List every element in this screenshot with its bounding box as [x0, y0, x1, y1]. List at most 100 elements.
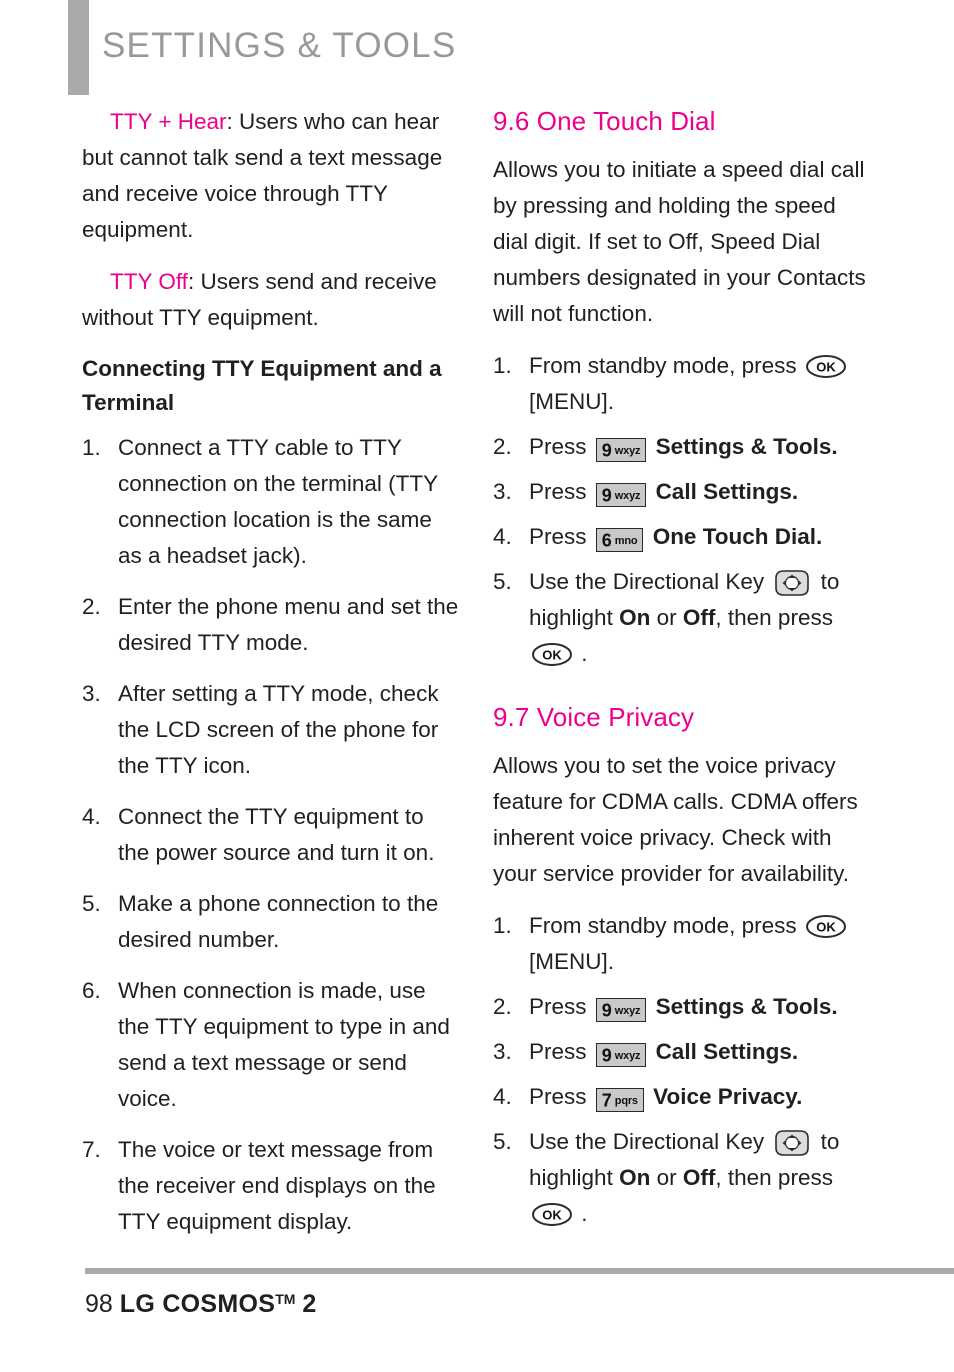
tty-hear-label: TTY + Hear — [110, 109, 227, 134]
step-text: Connect a TTY cable to TTY connection on… — [118, 435, 438, 568]
option-off: Off — [682, 1165, 716, 1190]
list-item: 3. Press 9 wxyz Call Settings. — [493, 1034, 871, 1070]
ok-key-icon: OK — [805, 914, 847, 939]
one-touch-dial-steps: 1. From standby mode, press OK [MENU]. 2.… — [493, 348, 871, 672]
step-menu-label: Voice Privacy. — [653, 1084, 803, 1109]
step-number: 1. — [82, 435, 101, 460]
key-digit: 9 — [601, 1045, 612, 1066]
conjunction-or: or — [656, 605, 677, 630]
list-item: 1. From standby mode, press OK [MENU]. — [493, 348, 871, 420]
key-digit: 9 — [601, 440, 612, 461]
key-letters: wxyz — [614, 1049, 641, 1062]
key-letters: wxyz — [614, 1004, 641, 1017]
key-digit: 7 — [601, 1090, 612, 1111]
tty-hear-paragraph: TTY + Hear: Users who can hear but canno… — [82, 104, 460, 248]
trademark-symbol: TM — [275, 1291, 296, 1307]
ok-key-icon: OK — [531, 642, 573, 667]
page-content: TTY + Hear: Users who can hear but canno… — [0, 104, 954, 1264]
page-header: SETTINGS & TOOLS — [0, 0, 954, 100]
directional-key-icon — [773, 569, 811, 597]
footer-divider — [85, 1268, 954, 1274]
step-text: When connection is made, use the TTY equ… — [118, 978, 450, 1111]
step-text-end: . — [581, 641, 588, 666]
step-number: 2. — [493, 994, 512, 1019]
key-digit: 9 — [601, 485, 612, 506]
step-text: Use the Directional Key — [529, 1129, 765, 1154]
ok-key-icon: OK — [805, 354, 847, 379]
step-text-post: , then press — [715, 605, 833, 630]
directional-key-icon — [773, 1129, 811, 1157]
key-digit: 6 — [601, 530, 612, 551]
list-item: 3. After setting a TTY mode, check the LC… — [82, 676, 460, 784]
step-number: 5. — [493, 1129, 512, 1154]
step-menu-label: Call Settings. — [655, 479, 799, 504]
key-digit: 9 — [601, 1000, 612, 1021]
conjunction-or: or — [656, 1165, 677, 1190]
key-letters: pqrs — [614, 1094, 638, 1107]
step-number: 2. — [493, 434, 512, 459]
step-text: Enter the phone menu and set the desired… — [118, 594, 459, 655]
option-on: On — [619, 1165, 651, 1190]
list-item: 4. Press 6 mno One Touch Dial. — [493, 519, 871, 555]
step-menu-label: Settings & Tools. — [655, 434, 838, 459]
svg-text:OK: OK — [816, 920, 836, 935]
brand-name: LG COSMOS — [119, 1290, 276, 1318]
one-touch-dial-intro: Allows you to initiate a speed dial call… — [493, 157, 866, 326]
list-item: 5. Use the Directional Key to highlight O… — [493, 1124, 871, 1232]
list-item: 3. Press 9 wxyz Call Settings. — [493, 474, 871, 510]
voice-privacy-steps: 1. From standby mode, press OK [MENU]. 2.… — [493, 908, 871, 1232]
page-number: 98 — [85, 1290, 113, 1318]
step-menu-label: One Touch Dial. — [652, 524, 823, 549]
digit-key-icon-9: 9 wxyz — [595, 438, 647, 462]
step-number: 7. — [82, 1137, 101, 1162]
digit-key-icon-9: 9 wxyz — [595, 998, 647, 1022]
step-text: From standby mode, press — [529, 913, 797, 938]
page-title: SETTINGS & TOOLS — [102, 26, 457, 65]
model-number: 2 — [302, 1290, 317, 1318]
step-text: From standby mode, press — [529, 353, 797, 378]
step-number: 4. — [82, 804, 101, 829]
list-item: 2. Enter the phone menu and set the desir… — [82, 589, 460, 661]
option-on: On — [619, 605, 651, 630]
option-off: Off — [682, 605, 716, 630]
list-item: 5. Use the Directional Key to highlight O… — [493, 564, 871, 672]
step-number: 3. — [82, 681, 101, 706]
step-number: 3. — [493, 1039, 512, 1064]
tty-off-paragraph: TTY Off: Users send and receive without … — [82, 264, 460, 336]
section-heading-one-touch-dial: 9.6 One Touch Dial — [493, 106, 716, 136]
step-number: 2. — [82, 594, 101, 619]
footer-content: 98 LG COSMOSTM 2 — [85, 1290, 317, 1319]
digit-key-icon-9: 9 wxyz — [595, 1043, 647, 1067]
list-item: 2. Press 9 wxyz Settings & Tools. — [493, 429, 871, 465]
tty-off-label: TTY Off — [110, 269, 188, 294]
step-text-post: , then press — [715, 1165, 833, 1190]
step-number: 1. — [493, 353, 512, 378]
step-text: Press — [529, 1084, 587, 1109]
digit-key-icon-6: 6 mno — [595, 528, 644, 552]
svg-text:OK: OK — [816, 360, 836, 375]
list-item: 7. The voice or text message from the rec… — [82, 1132, 460, 1240]
step-text: The voice or text message from the recei… — [118, 1137, 436, 1234]
step-text: Press — [529, 479, 587, 504]
list-item: 4. Press 7 pqrs Voice Privacy. — [493, 1079, 871, 1115]
section-heading-voice-privacy: 9.7 Voice Privacy — [493, 702, 695, 732]
page-footer: 98 LG COSMOSTM 2 — [0, 1264, 954, 1372]
step-menu-label: Settings & Tools. — [655, 994, 838, 1019]
step-text-cont: [MENU]. — [529, 949, 615, 974]
list-item: 5. Make a phone connection to the desired… — [82, 886, 460, 958]
step-number: 3. — [493, 479, 512, 504]
step-text-end: . — [581, 1201, 588, 1226]
svg-text:OK: OK — [542, 648, 562, 663]
list-item: 1. From standby mode, press OK [MENU]. — [493, 908, 871, 980]
svg-text:OK: OK — [542, 1208, 562, 1223]
list-item: 2. Press 9 wxyz Settings & Tools. — [493, 989, 871, 1025]
key-letters: wxyz — [614, 444, 641, 457]
connecting-tty-heading: Connecting TTY Equipment and a Terminal — [82, 356, 442, 415]
step-menu-label: Call Settings. — [655, 1039, 799, 1064]
header-accent-bar — [68, 0, 89, 95]
key-letters: wxyz — [614, 489, 641, 502]
step-text: Use the Directional Key — [529, 569, 765, 594]
step-number: 1. — [493, 913, 512, 938]
step-text: After setting a TTY mode, check the LCD … — [118, 681, 439, 778]
left-column: TTY + Hear: Users who can hear but canno… — [82, 104, 460, 1255]
